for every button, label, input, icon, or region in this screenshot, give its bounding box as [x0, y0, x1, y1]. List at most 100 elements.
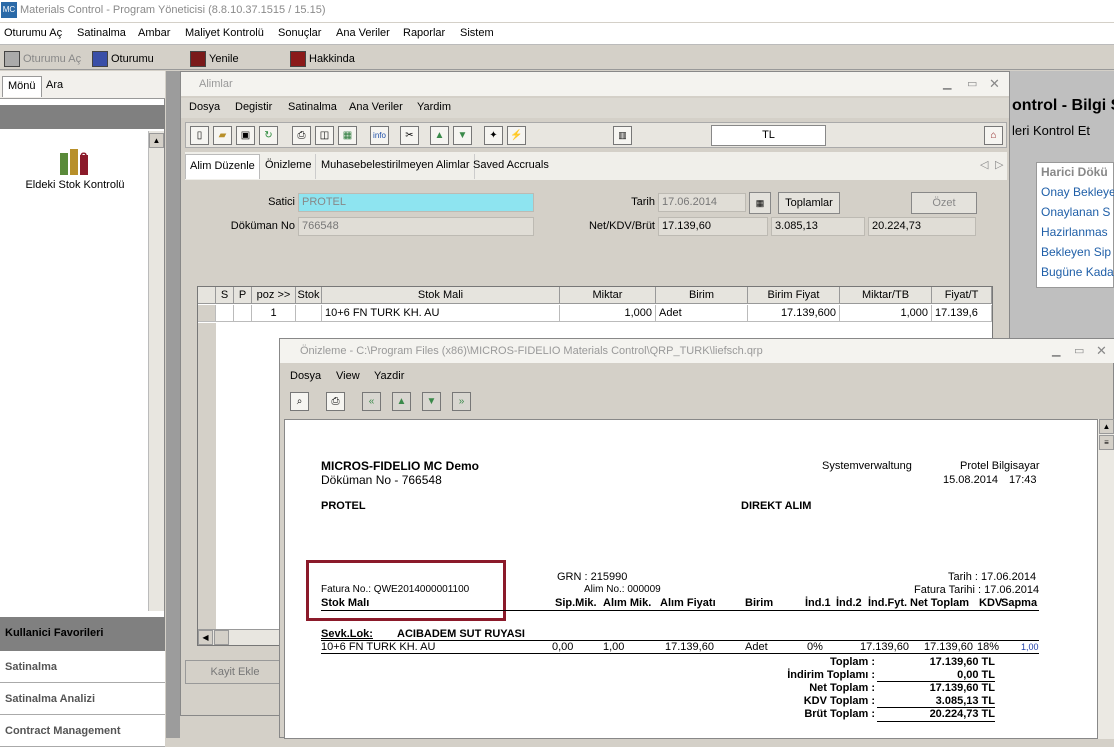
maximize-icon[interactable]: ▭: [967, 72, 977, 96]
save-icon[interactable]: ▣: [236, 126, 255, 145]
preview-menu-dosya[interactable]: Dosya: [290, 370, 321, 382]
barcode-icon[interactable]: ▥: [613, 126, 632, 145]
refresh-doc-icon[interactable]: ↻: [259, 126, 278, 145]
close-icon[interactable]: ✕: [989, 72, 1000, 96]
scroll-thumb[interactable]: [214, 630, 229, 645]
preview-maximize-icon[interactable]: ▭: [1074, 339, 1084, 363]
login-button[interactable]: Oturumu Aç: [4, 50, 81, 68]
cell-miktar-tb[interactable]: 1,000: [840, 305, 932, 322]
tab-menu[interactable]: Mönü: [2, 76, 42, 97]
home-icon[interactable]: ⌂: [984, 126, 1003, 145]
tab-saved-accruals[interactable]: Saved Accruals: [469, 154, 553, 179]
favorite-contract-management[interactable]: Contract Management: [0, 715, 165, 747]
toplamlar-button[interactable]: Toplamlar: [778, 192, 840, 214]
tree-scrollbar[interactable]: ▲: [148, 131, 164, 611]
tab-scroll-left-icon[interactable]: ◁: [980, 158, 988, 171]
scroll-up-icon[interactable]: ▲: [149, 133, 164, 148]
cut-icon[interactable]: ✂: [400, 126, 419, 145]
stock-control-icon[interactable]: ?: [58, 147, 90, 177]
menu-sonuclar[interactable]: Sonuçlar: [278, 27, 321, 39]
cell-birim-fiyat[interactable]: 17.139,600: [748, 305, 840, 322]
print-preview-icon[interactable]: ◫: [315, 126, 334, 145]
move-down-icon[interactable]: ▼: [453, 126, 472, 145]
lightning-icon[interactable]: ⚡: [507, 126, 526, 145]
tab-scroll-right-icon[interactable]: ▷: [995, 158, 1003, 171]
favorite-satinalma-analizi[interactable]: Satinalma Analizi: [0, 683, 165, 715]
col-birim[interactable]: Birim: [656, 287, 748, 304]
col-s[interactable]: S: [216, 287, 234, 304]
cell-stok-mali[interactable]: 10+6 FN TURK KH. AU: [322, 305, 560, 322]
refresh-button[interactable]: Yenile: [190, 50, 239, 68]
menu-sistem[interactable]: Sistem: [460, 27, 494, 39]
cell-poz[interactable]: 1: [252, 305, 296, 322]
alimlar-menu-dosya[interactable]: Dosya: [189, 101, 220, 113]
open-folder-icon[interactable]: ▰: [213, 126, 232, 145]
info-icon[interactable]: info: [370, 126, 389, 145]
menu-oturumu-ac[interactable]: Oturumu Aç: [4, 27, 62, 39]
cell-stok[interactable]: [296, 305, 322, 322]
satici-field[interactable]: PROTEL: [298, 193, 534, 212]
menu-ambar[interactable]: Ambar: [138, 27, 170, 39]
alimlar-menu-yardim[interactable]: Yardim: [417, 101, 451, 113]
wand-icon[interactable]: ✦: [484, 126, 503, 145]
alimlar-menu-degistir[interactable]: Degistir: [235, 101, 272, 113]
col-poz[interactable]: poz >>: [252, 287, 296, 304]
menu-maliyet-kontrolu[interactable]: Maliyet Kontrolü: [185, 27, 264, 39]
prev-page-icon[interactable]: ▲: [392, 392, 411, 411]
scroll-left-icon[interactable]: ◀: [198, 630, 213, 645]
tarih-field[interactable]: 17.06.2014: [658, 193, 746, 212]
alimlar-menu-ana-veriler[interactable]: Ana Veriler: [349, 101, 403, 113]
tree-item-eldeki-stok[interactable]: Eldeki Stok Kontrolü: [8, 179, 142, 191]
dokuman-field[interactable]: 766548: [298, 217, 534, 236]
preview-menu-yazdir[interactable]: Yazdir: [374, 370, 404, 382]
preview-scroll-up-icon[interactable]: ▲: [1099, 419, 1114, 434]
col-birim-fiyat[interactable]: Birim Fiyat: [748, 287, 840, 304]
link-onay-bekleyen[interactable]: Onay Bekleye: [1041, 185, 1114, 205]
preview-vscrollbar[interactable]: ▲ ≡: [1098, 419, 1114, 739]
brut-field[interactable]: 20.224,73: [868, 217, 976, 236]
preview-minimize-icon[interactable]: ▁: [1052, 339, 1060, 363]
next-page-icon[interactable]: ▼: [422, 392, 441, 411]
alimlar-menu-satinalma[interactable]: Satinalma: [288, 101, 337, 113]
ozet-button[interactable]: Özet: [911, 192, 977, 214]
cell-s[interactable]: [216, 305, 234, 322]
minimize-icon[interactable]: ▁: [943, 72, 951, 96]
link-bugune-kadar[interactable]: Bugüne Kada: [1041, 265, 1114, 285]
row-indicator[interactable]: [198, 305, 216, 322]
link-onaylanan[interactable]: Onaylanan S: [1041, 205, 1110, 225]
excel-icon[interactable]: ▦: [338, 126, 357, 145]
menu-ana-veriler[interactable]: Ana Veriler: [336, 27, 390, 39]
col-miktar[interactable]: Miktar: [560, 287, 656, 304]
move-up-icon[interactable]: ▲: [430, 126, 449, 145]
cell-birim[interactable]: Adet: [656, 305, 748, 322]
col-stok-mali[interactable]: Stok Mali: [322, 287, 560, 304]
preview-menu-view[interactable]: View: [336, 370, 360, 382]
tab-onizleme[interactable]: Önizleme: [261, 154, 317, 179]
preview-scroll-thumb[interactable]: ≡: [1099, 435, 1114, 450]
link-hazirlanmas[interactable]: Hazirlanmas: [1041, 225, 1109, 245]
tab-search[interactable]: Ara: [41, 76, 68, 97]
menu-satinalma[interactable]: Satinalma: [77, 27, 126, 39]
link-bekleyen-sip[interactable]: Bekleyen Sip: [1041, 245, 1111, 265]
col-miktar-tb[interactable]: Miktar/TB: [840, 287, 932, 304]
new-document-icon[interactable]: ▯: [190, 126, 209, 145]
cell-p[interactable]: [234, 305, 252, 322]
col-fiyat-t[interactable]: Fiyat/T: [932, 287, 992, 304]
cell-miktar[interactable]: 1,000: [560, 305, 656, 322]
net-field[interactable]: 17.139,60: [658, 217, 768, 236]
last-page-icon[interactable]: »: [452, 392, 471, 411]
currency-field[interactable]: TL: [711, 125, 826, 146]
favorite-satinalma[interactable]: Satinalma: [0, 651, 165, 683]
tab-alim-duzenle[interactable]: Alim Düzenle: [185, 154, 260, 179]
zoom-icon[interactable]: ⌕: [290, 392, 309, 411]
kdv-field[interactable]: 3.085,13: [771, 217, 865, 236]
preview-close-icon[interactable]: ✕: [1096, 339, 1107, 363]
col-p[interactable]: P: [234, 287, 252, 304]
tab-muhasebe[interactable]: Muhasebelestirilmeyen Alimlar: [317, 154, 475, 179]
calendar-icon[interactable]: ▦: [749, 192, 771, 214]
logout-button[interactable]: Oturumu: [92, 50, 154, 68]
favorites-header[interactable]: Kullanici Favorileri: [0, 617, 165, 651]
print-icon[interactable]: ⎙: [292, 126, 311, 145]
first-page-icon[interactable]: «: [362, 392, 381, 411]
kayit-ekle-button[interactable]: Kayit Ekle: [185, 660, 285, 684]
